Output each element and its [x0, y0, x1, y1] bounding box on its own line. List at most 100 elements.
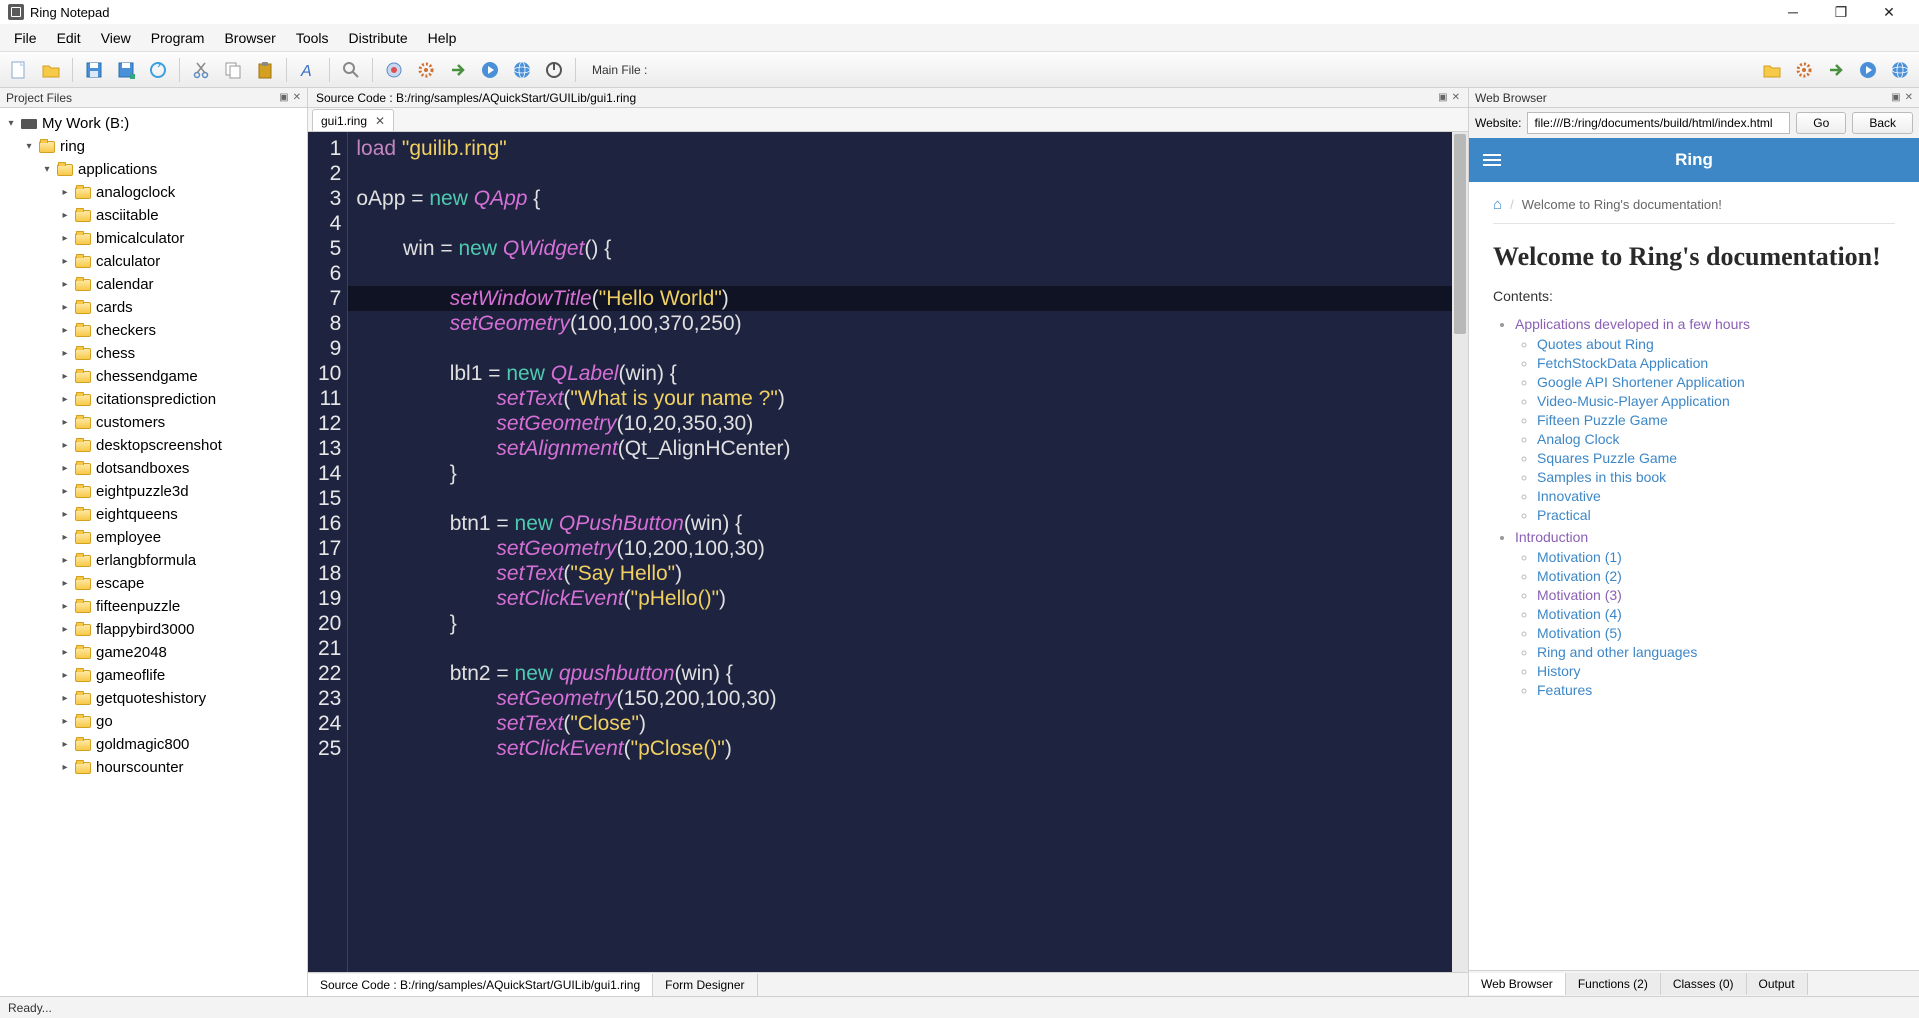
expand-icon[interactable]: ▸	[58, 440, 72, 451]
right-tab-output[interactable]: Output	[1747, 973, 1808, 995]
code-line[interactable]: load "guilib.ring"	[356, 136, 1460, 161]
tree-folder-hourscounter[interactable]: ▸hourscounter	[0, 756, 307, 779]
code-line[interactable]	[356, 211, 1460, 236]
vertical-scrollbar[interactable]	[1452, 132, 1468, 972]
code-line[interactable]: lbl1 = new QLabel(win) {	[356, 361, 1460, 386]
expand-icon[interactable]: ▸	[58, 394, 72, 405]
gear-run-icon[interactable]	[413, 57, 439, 83]
expand-icon[interactable]: ▸	[58, 601, 72, 612]
code-editor[interactable]: 1234567891011121314151617181920212223242…	[308, 132, 1468, 972]
expand-icon[interactable]: ▸	[58, 325, 72, 336]
code-line[interactable]: setAlignment(Qt_AlignHCenter)	[356, 436, 1460, 461]
code-line[interactable]: }	[356, 611, 1460, 636]
expand-icon[interactable]: ▸	[58, 624, 72, 635]
toc-link[interactable]: Motivation (5)	[1537, 625, 1622, 641]
right-tab-classes-0-[interactable]: Classes (0)	[1661, 973, 1747, 995]
expand-icon[interactable]: ▸	[58, 762, 72, 773]
menu-edit[interactable]: Edit	[47, 27, 91, 49]
browser-viewport[interactable]: Ring ⌂ / Welcome to Ring's documentation…	[1469, 138, 1919, 970]
minimize-button[interactable]: ─	[1783, 2, 1803, 22]
expand-icon[interactable]: ▾	[4, 118, 18, 129]
expand-icon[interactable]: ▸	[58, 509, 72, 520]
tree-folder-analogclock[interactable]: ▸analogclock	[0, 181, 307, 204]
code-line[interactable]	[356, 161, 1460, 186]
sync-icon[interactable]	[145, 57, 171, 83]
toc-link[interactable]: Motivation (2)	[1537, 568, 1622, 584]
code-line[interactable]: setText("Close")	[356, 711, 1460, 736]
arrow-right-icon[interactable]	[1823, 57, 1849, 83]
code-line[interactable]: }	[356, 461, 1460, 486]
play-icon[interactable]	[477, 57, 503, 83]
tree-folder-employee[interactable]: ▸employee	[0, 526, 307, 549]
open-file-icon[interactable]	[38, 57, 64, 83]
expand-icon[interactable]: ▸	[58, 716, 72, 727]
toc-link[interactable]: Innovative	[1537, 488, 1601, 504]
expand-icon[interactable]: ▸	[58, 670, 72, 681]
font-icon[interactable]: A	[295, 57, 321, 83]
debug-toggle-icon[interactable]	[381, 57, 407, 83]
tree-ring[interactable]: ▾ring	[0, 135, 307, 158]
tree-folder-asciitable[interactable]: ▸asciitable	[0, 204, 307, 227]
expand-icon[interactable]: ▸	[58, 279, 72, 290]
tree-folder-chess[interactable]: ▸chess	[0, 342, 307, 365]
go-button[interactable]: Go	[1796, 112, 1846, 134]
toc-link[interactable]: Ring and other languages	[1537, 644, 1697, 660]
menu-program[interactable]: Program	[141, 27, 215, 49]
tree-folder-getquoteshistory[interactable]: ▸getquoteshistory	[0, 687, 307, 710]
tree-folder-citationsprediction[interactable]: ▸citationsprediction	[0, 388, 307, 411]
menu-distribute[interactable]: Distribute	[339, 27, 418, 49]
tree-folder-customers[interactable]: ▸customers	[0, 411, 307, 434]
tree-folder-fifteenpuzzle[interactable]: ▸fifteenpuzzle	[0, 595, 307, 618]
right-tab-functions-2-[interactable]: Functions (2)	[1566, 973, 1661, 995]
code-line[interactable]: win = new QWidget() {	[356, 236, 1460, 261]
cut-icon[interactable]	[188, 57, 214, 83]
menu-file[interactable]: File	[4, 27, 47, 49]
expand-icon[interactable]: ▸	[58, 532, 72, 543]
expand-icon[interactable]: ▸	[58, 256, 72, 267]
expand-icon[interactable]: ▸	[58, 647, 72, 658]
tree-folder-eightpuzzle3d[interactable]: ▸eightpuzzle3d	[0, 480, 307, 503]
panel-float-icon[interactable]: ▣	[1891, 92, 1900, 103]
code-line[interactable]: setClickEvent("pClose()")	[356, 736, 1460, 761]
tree-folder-chessendgame[interactable]: ▸chessendgame	[0, 365, 307, 388]
toc-link[interactable]: Motivation (1)	[1537, 549, 1622, 565]
code-line[interactable]: setGeometry(10,20,350,30)	[356, 411, 1460, 436]
code-line[interactable]: setWindowTitle("Hello World")	[348, 286, 1468, 311]
toc-section-link[interactable]: Introduction	[1515, 529, 1588, 545]
tree-folder-game2048[interactable]: ▸game2048	[0, 641, 307, 664]
new-file-icon[interactable]	[6, 57, 32, 83]
code-line[interactable]	[356, 336, 1460, 361]
tree-folder-checkers[interactable]: ▸checkers	[0, 319, 307, 342]
toc-link[interactable]: Features	[1537, 682, 1592, 698]
code-area[interactable]: load "guilib.ring" oApp = new QApp { win…	[348, 132, 1468, 972]
expand-icon[interactable]: ▾	[40, 164, 54, 175]
toc-section-link[interactable]: Applications developed in a few hours	[1515, 316, 1750, 332]
play-right-icon[interactable]	[1855, 57, 1881, 83]
toc-link[interactable]: History	[1537, 663, 1581, 679]
panel-float-icon[interactable]: ▣	[279, 92, 288, 103]
panel-close-icon[interactable]: ✕	[1452, 92, 1460, 103]
hamburger-icon[interactable]	[1483, 154, 1501, 166]
source-code-tab[interactable]: Source Code : B:/ring/samples/AQuickStar…	[308, 974, 653, 996]
expand-icon[interactable]: ▸	[58, 233, 72, 244]
url-input[interactable]	[1527, 112, 1790, 134]
toc-link[interactable]: Motivation (4)	[1537, 606, 1622, 622]
panel-float-icon[interactable]: ▣	[1438, 92, 1447, 103]
tree-folder-cards[interactable]: ▸cards	[0, 296, 307, 319]
expand-icon[interactable]: ▸	[58, 739, 72, 750]
toc-link[interactable]: Google API Shortener Application	[1537, 374, 1745, 390]
code-line[interactable]: btn1 = new QPushButton(win) {	[356, 511, 1460, 536]
expand-icon[interactable]: ▸	[58, 348, 72, 359]
toc-link[interactable]: Practical	[1537, 507, 1591, 523]
gear-icon[interactable]	[1791, 57, 1817, 83]
toc-link[interactable]: Squares Puzzle Game	[1537, 450, 1677, 466]
close-tab-icon[interactable]: ✕	[375, 114, 385, 128]
toc-link[interactable]: FetchStockData Application	[1537, 355, 1708, 371]
tree-folder-eightqueens[interactable]: ▸eightqueens	[0, 503, 307, 526]
toc-link[interactable]: Quotes about Ring	[1537, 336, 1654, 352]
menu-browser[interactable]: Browser	[214, 27, 285, 49]
paste-icon[interactable]	[252, 57, 278, 83]
tree-folder-calculator[interactable]: ▸calculator	[0, 250, 307, 273]
save-icon[interactable]	[81, 57, 107, 83]
menu-tools[interactable]: Tools	[286, 27, 339, 49]
